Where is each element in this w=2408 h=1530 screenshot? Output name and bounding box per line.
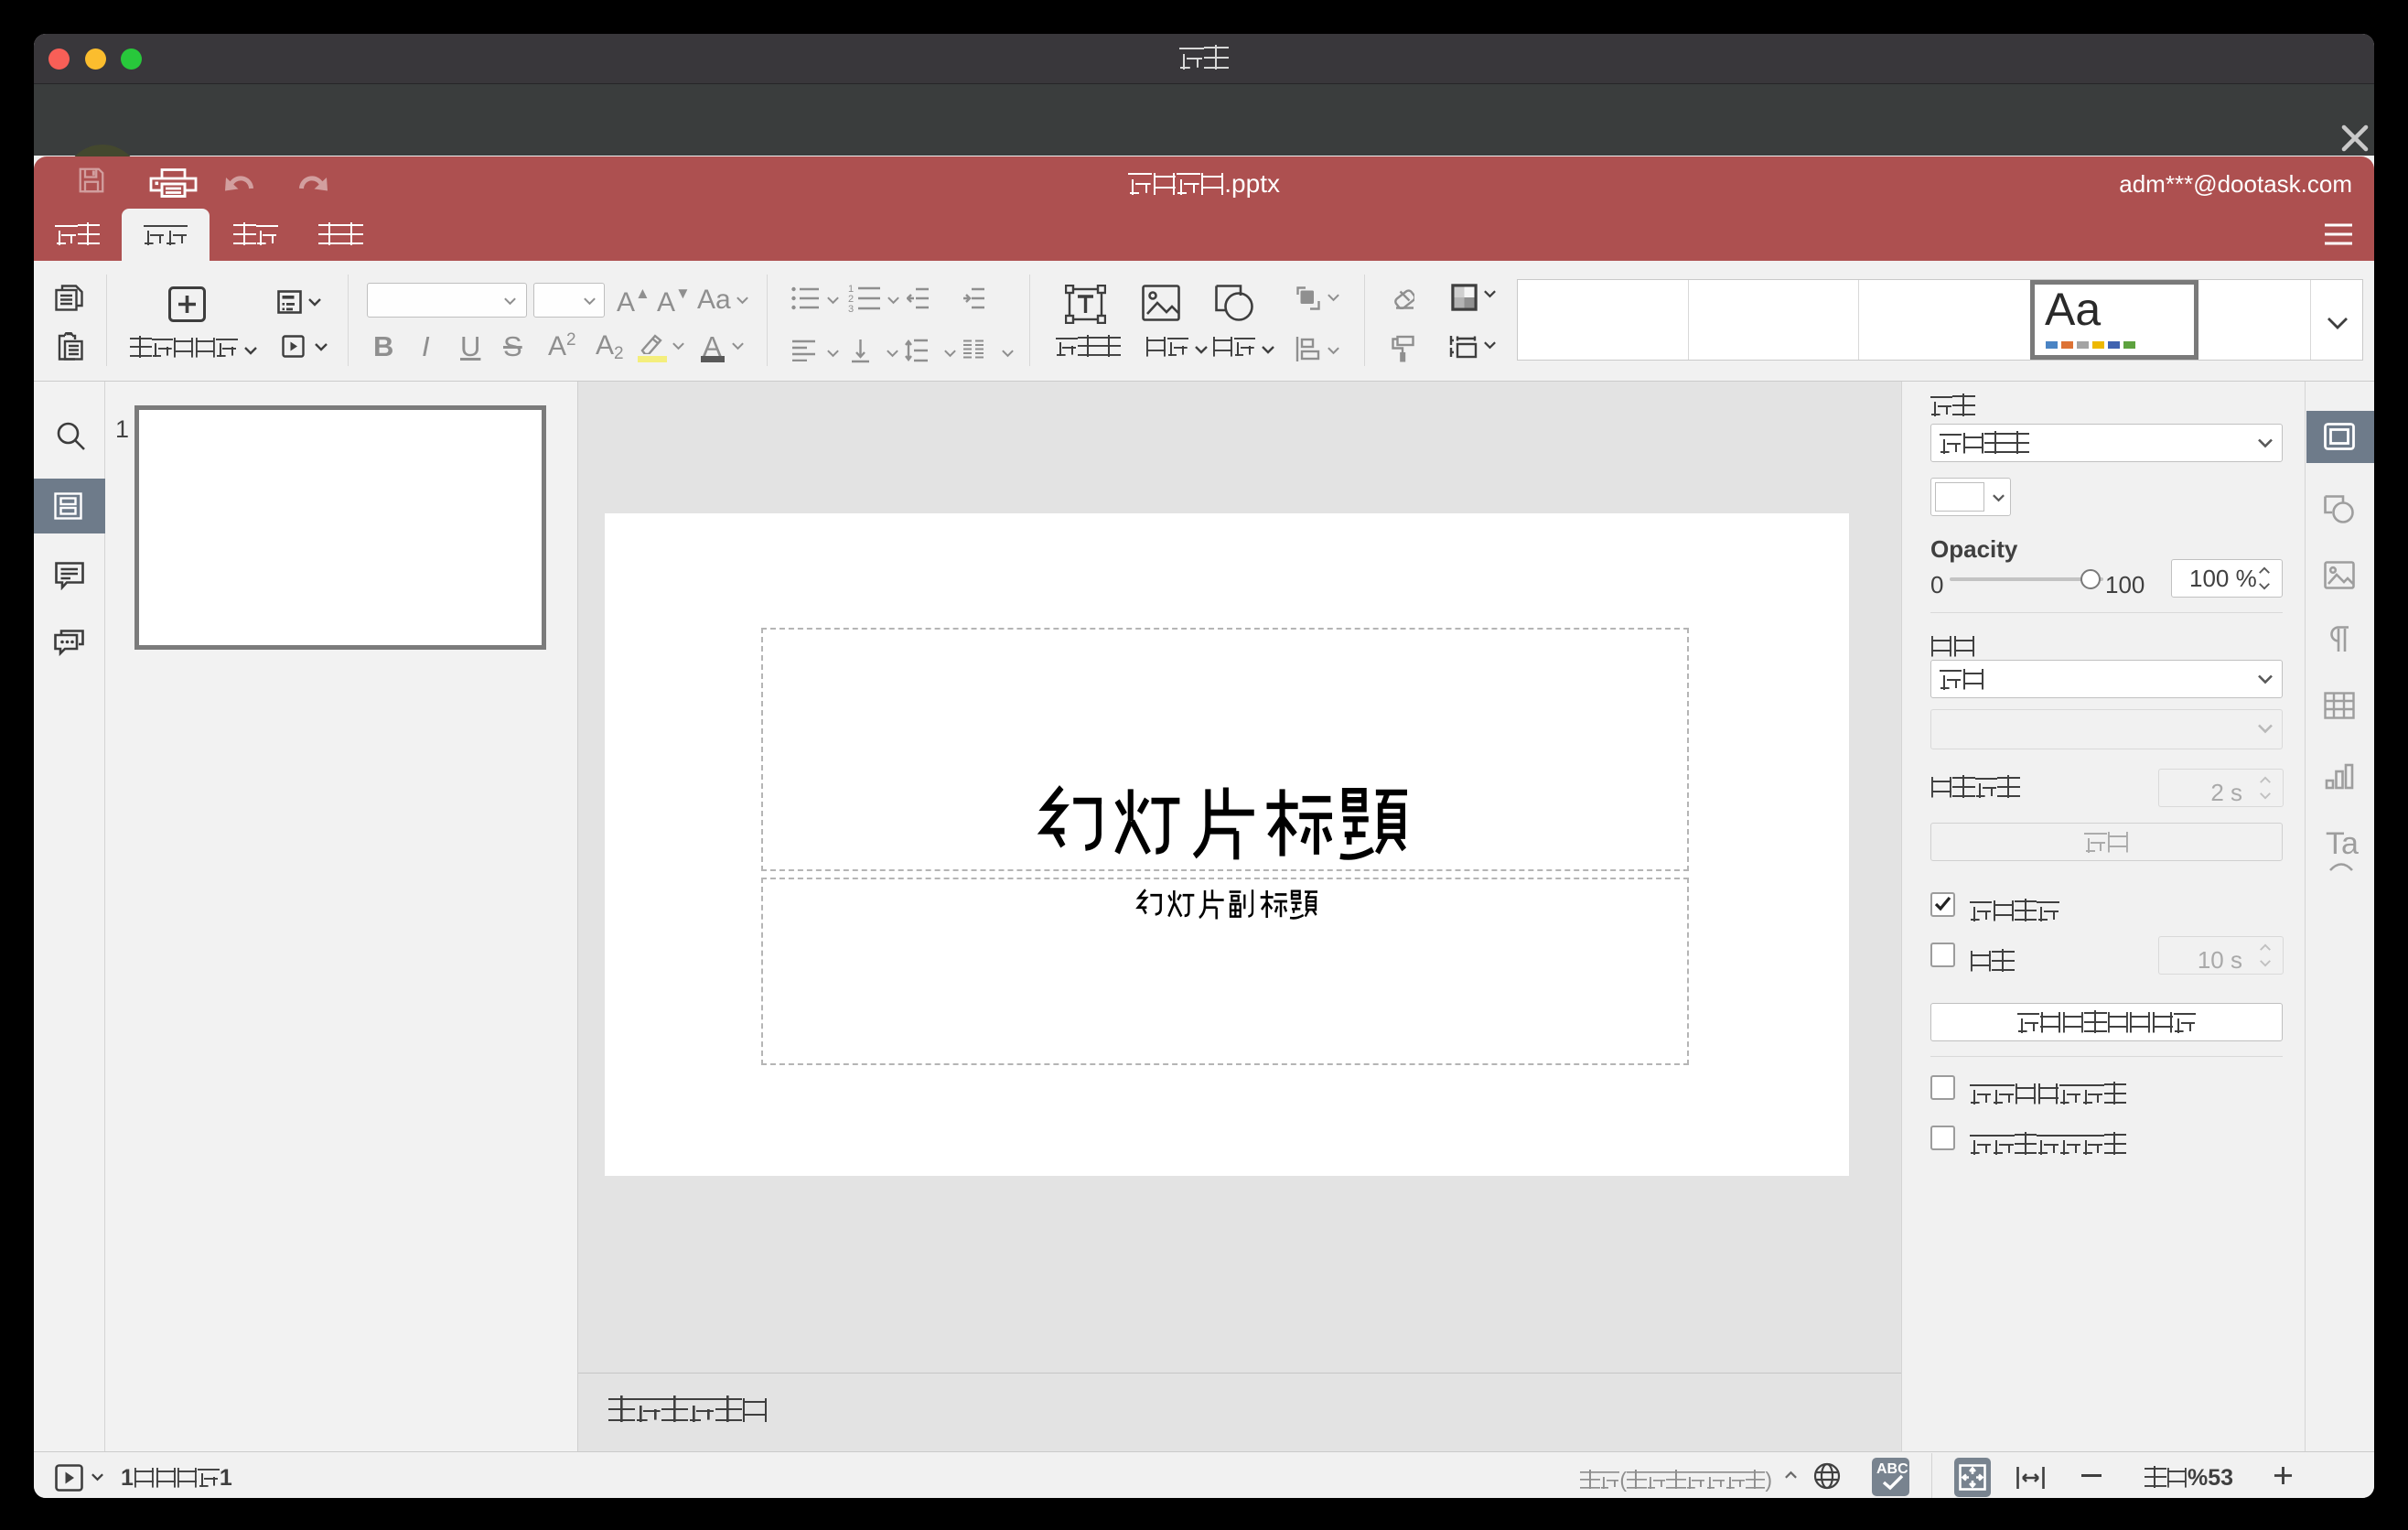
svg-text:3: 3 xyxy=(848,304,854,312)
